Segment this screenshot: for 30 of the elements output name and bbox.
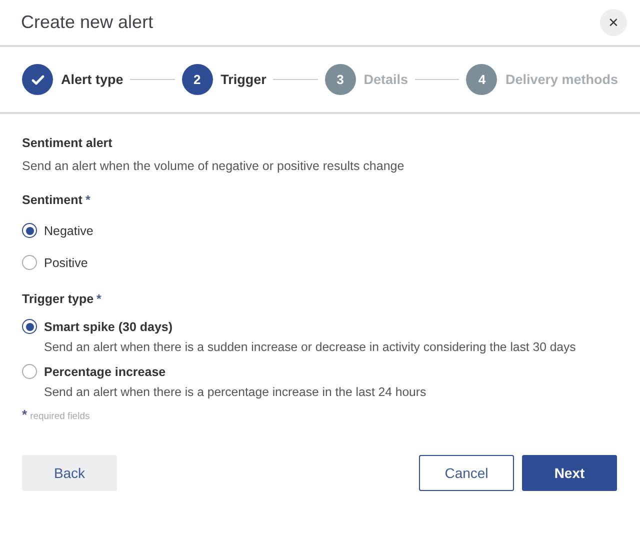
- step-label: Trigger: [220, 72, 266, 87]
- required-mark: *: [22, 407, 28, 422]
- option-label: Negative: [44, 224, 94, 238]
- next-button[interactable]: Next: [522, 455, 617, 491]
- radio-button[interactable]: [22, 319, 37, 334]
- radio-button[interactable]: [22, 255, 37, 270]
- field-label: Sentiment: [22, 193, 82, 207]
- section-title: Sentiment alert: [22, 136, 114, 150]
- back-button[interactable]: Back: [22, 455, 117, 491]
- option-description: Send an alert when there is a percentage increase in the last 24 hours: [44, 385, 428, 399]
- option-label: Percentage increase: [44, 364, 166, 378]
- radio-button[interactable]: [22, 364, 37, 379]
- section-description: Send an alert when the volume of negative or positive results change: [22, 159, 406, 173]
- option-label: Smart spike (30 days): [44, 320, 173, 334]
- step-label: Details: [364, 72, 408, 87]
- radio-button[interactable]: [22, 223, 37, 238]
- step-number: 4: [466, 64, 498, 95]
- required-mark: *: [85, 193, 90, 207]
- option-description: Send an alert when there is a sudden increase or decrease in activity considering the last 30 days: [44, 340, 577, 354]
- field-label: Trigger type: [22, 292, 94, 306]
- step-number: 2: [182, 64, 213, 95]
- option-label: Positive: [44, 256, 88, 270]
- step-number: 3: [324, 64, 356, 95]
- close-button[interactable]: ×: [600, 9, 627, 36]
- step-label: Delivery methods: [505, 72, 618, 87]
- cancel-button[interactable]: Cancel: [419, 455, 514, 491]
- step-label: Alert type: [61, 72, 124, 87]
- required-note: required fields: [30, 411, 90, 422]
- dialog-title: Create new alert: [21, 12, 154, 33]
- required-mark: *: [96, 292, 102, 306]
